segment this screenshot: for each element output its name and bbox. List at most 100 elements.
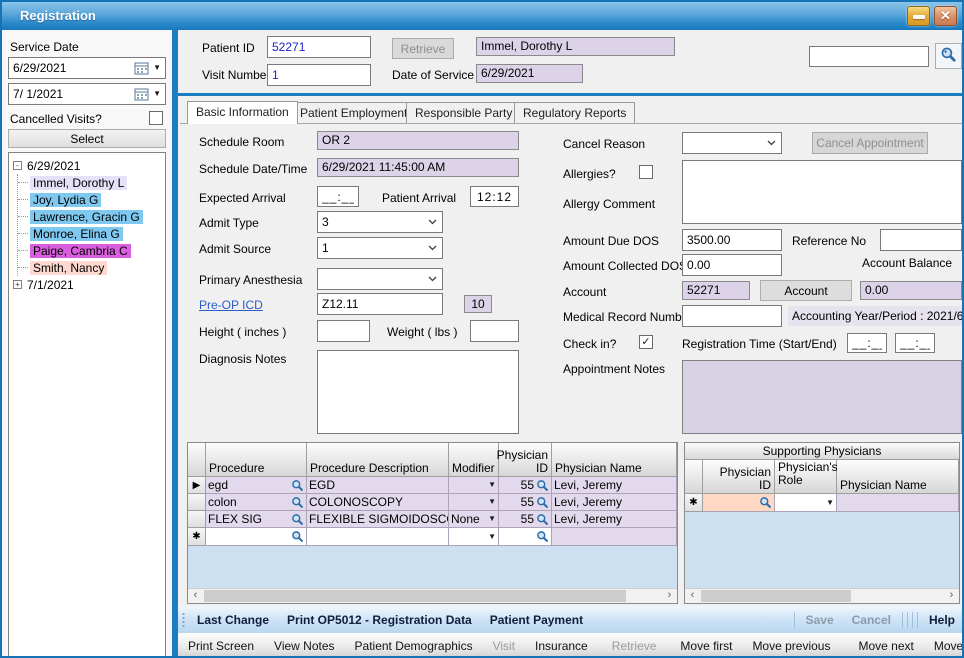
physician-id-cell[interactable]: 55 [501, 478, 536, 492]
print-screen-button[interactable]: Print Screen [178, 639, 264, 653]
patient-name[interactable]: Immel, Dorothy L [30, 176, 127, 190]
dropdown-arrow-icon[interactable]: ▼ [488, 481, 496, 489]
retrieve-nav-button[interactable]: Retrieve [602, 639, 667, 653]
lookup-icon[interactable] [291, 530, 304, 543]
modifier-column-header[interactable]: Modifier [449, 443, 499, 477]
expand-icon[interactable]: + [13, 280, 22, 289]
procedure-description-cell[interactable]: EGD [307, 477, 449, 494]
dropdown-arrow-icon[interactable]: ▼ [153, 64, 161, 72]
visit-button[interactable]: Visit [483, 639, 525, 653]
scrollbar-thumb[interactable] [204, 590, 626, 602]
admit-source-select[interactable]: 1 [317, 237, 443, 259]
physician-name-cell[interactable]: Levi, Jeremy [552, 494, 677, 511]
procedure-description-column-header[interactable]: Procedure Description [307, 443, 449, 477]
lookup-icon[interactable] [291, 513, 304, 526]
move-last-button[interactable]: Move last [924, 639, 964, 653]
primary-anesthesia-select[interactable] [317, 268, 443, 290]
dropdown-arrow-icon[interactable]: ▼ [488, 498, 496, 506]
patient-demographics-button[interactable]: Patient Demographics [345, 639, 483, 653]
dropdown-arrow-icon[interactable]: ▼ [153, 90, 161, 98]
dropdown-arrow-icon[interactable]: ▼ [826, 499, 834, 507]
move-next-button[interactable]: Move next [848, 639, 923, 653]
height-input[interactable] [317, 320, 370, 342]
cancel-appointment-button[interactable]: Cancel Appointment [812, 132, 928, 154]
patient-arrival-input[interactable] [470, 186, 519, 207]
allergies-checkbox[interactable] [639, 165, 653, 179]
tree-patient-item[interactable]: Paige, Cambria C [18, 242, 165, 259]
patient-search-button[interactable] [935, 43, 962, 69]
tree-patient-item[interactable]: Monroe, Elina G [18, 225, 165, 242]
supporting-grid-hscrollbar[interactable]: ‹ › [685, 588, 959, 603]
tree-patient-item[interactable]: Immel, Dorothy L [18, 174, 165, 191]
procedure-description-cell[interactable] [307, 528, 449, 546]
scroll-left-icon[interactable]: ‹ [188, 589, 203, 603]
lookup-icon[interactable] [536, 479, 549, 492]
physician-name-cell[interactable]: Levi, Jeremy [552, 511, 677, 528]
physician-role-column-header[interactable]: Physician's Role [775, 460, 837, 494]
patient-payment-button[interactable]: Patient Payment [481, 613, 592, 627]
procedure-description-cell[interactable]: COLONOSCOPY [307, 494, 449, 511]
modifier-cell[interactable]: None [451, 512, 488, 526]
procedure-grid-hscrollbar[interactable]: ‹ › [188, 588, 677, 603]
retrieve-button[interactable]: Retrieve [392, 38, 454, 59]
lookup-icon[interactable] [536, 496, 549, 509]
toolbar-grip[interactable] [182, 612, 185, 628]
procedure-cell[interactable]: colon [208, 495, 291, 509]
physician-name-column-header[interactable]: Physician Name [552, 443, 677, 477]
procedure-cell[interactable]: egd [208, 478, 291, 492]
help-button[interactable]: Help [920, 613, 964, 627]
tree-date-node[interactable]: - 6/29/2021 [9, 157, 165, 174]
scrollbar-thumb[interactable] [701, 590, 851, 602]
service-date-from-picker[interactable]: 6/29/2021 ▼ [8, 57, 166, 79]
close-button[interactable]: ✕ [934, 6, 957, 26]
physician-name-cell[interactable]: Levi, Jeremy [552, 477, 677, 494]
procedure-row[interactable]: colon COLONOSCOPY ▼ 55 Levi, Jeremy [188, 494, 677, 511]
tree-patient-item[interactable]: Lawrence, Gracin G [18, 208, 165, 225]
supporting-physician-id-column-header[interactable]: Physician ID [703, 460, 775, 494]
patient-name[interactable]: Monroe, Elina G [30, 227, 123, 241]
procedure-row[interactable]: FLEX SIG FLEXIBLE SIGMOIDOSCOPY None▼ 55… [188, 511, 677, 528]
tree-date-node[interactable]: + 7/1/2021 [9, 276, 165, 293]
select-button[interactable]: Select [8, 129, 166, 148]
move-first-button[interactable]: Move first [670, 639, 742, 653]
cancelled-visits-checkbox[interactable] [149, 111, 163, 125]
scroll-right-icon[interactable]: › [944, 589, 959, 603]
supporting-physician-new-row[interactable]: ✱ ▼ [685, 494, 959, 512]
account-button[interactable]: Account [760, 280, 852, 301]
expected-arrival-input[interactable] [317, 186, 359, 207]
physician-id-column-header[interactable]: Physician ID [499, 443, 552, 477]
pre-op-icd-input[interactable] [317, 293, 443, 315]
check-in-checkbox[interactable]: ✓ [639, 335, 653, 349]
lookup-icon[interactable] [536, 513, 549, 526]
lookup-icon[interactable] [536, 530, 549, 543]
patient-id-input[interactable] [267, 36, 371, 58]
collapse-icon[interactable]: - [13, 161, 22, 170]
procedure-row[interactable]: ▶ egd EGD ▼ 55 Levi, Jeremy [188, 477, 677, 494]
procedure-cell[interactable]: FLEX SIG [208, 512, 291, 526]
admit-type-select[interactable]: 3 [317, 211, 443, 233]
diagnosis-notes-textarea[interactable] [317, 350, 519, 434]
amount-due-dos-input[interactable] [682, 229, 782, 251]
last-change-button[interactable]: Last Change [188, 613, 278, 627]
tab-patient-employment[interactable]: Patient Employment [291, 102, 416, 123]
lookup-icon[interactable] [759, 496, 772, 509]
service-date-to-picker[interactable]: 7/ 1/2021 ▼ [8, 83, 166, 105]
procedure-column-header[interactable]: Procedure [206, 443, 307, 477]
move-previous-button[interactable]: Move previous [742, 639, 840, 653]
tab-regulatory-reports[interactable]: Regulatory Reports [514, 102, 635, 123]
patient-search-input[interactable] [809, 46, 929, 67]
patient-name[interactable]: Smith, Nancy [30, 261, 107, 275]
procedure-new-row[interactable]: ✱ ▼ [188, 528, 677, 546]
scroll-left-icon[interactable]: ‹ [685, 589, 700, 603]
dropdown-arrow-icon[interactable]: ▼ [488, 533, 496, 541]
lookup-icon[interactable] [291, 479, 304, 492]
cancel-button[interactable]: Cancel [843, 613, 900, 627]
visit-number-input[interactable] [267, 64, 371, 86]
registration-time-end-input[interactable] [895, 333, 935, 353]
scroll-right-icon[interactable]: › [662, 589, 677, 603]
allergy-comment-textarea[interactable] [682, 160, 962, 224]
patient-name[interactable]: Paige, Cambria C [30, 244, 131, 258]
patient-name[interactable]: Joy, Lydia G [30, 193, 101, 207]
minimize-button[interactable] [907, 6, 930, 26]
tab-responsible-party[interactable]: Responsible Party [406, 102, 521, 123]
